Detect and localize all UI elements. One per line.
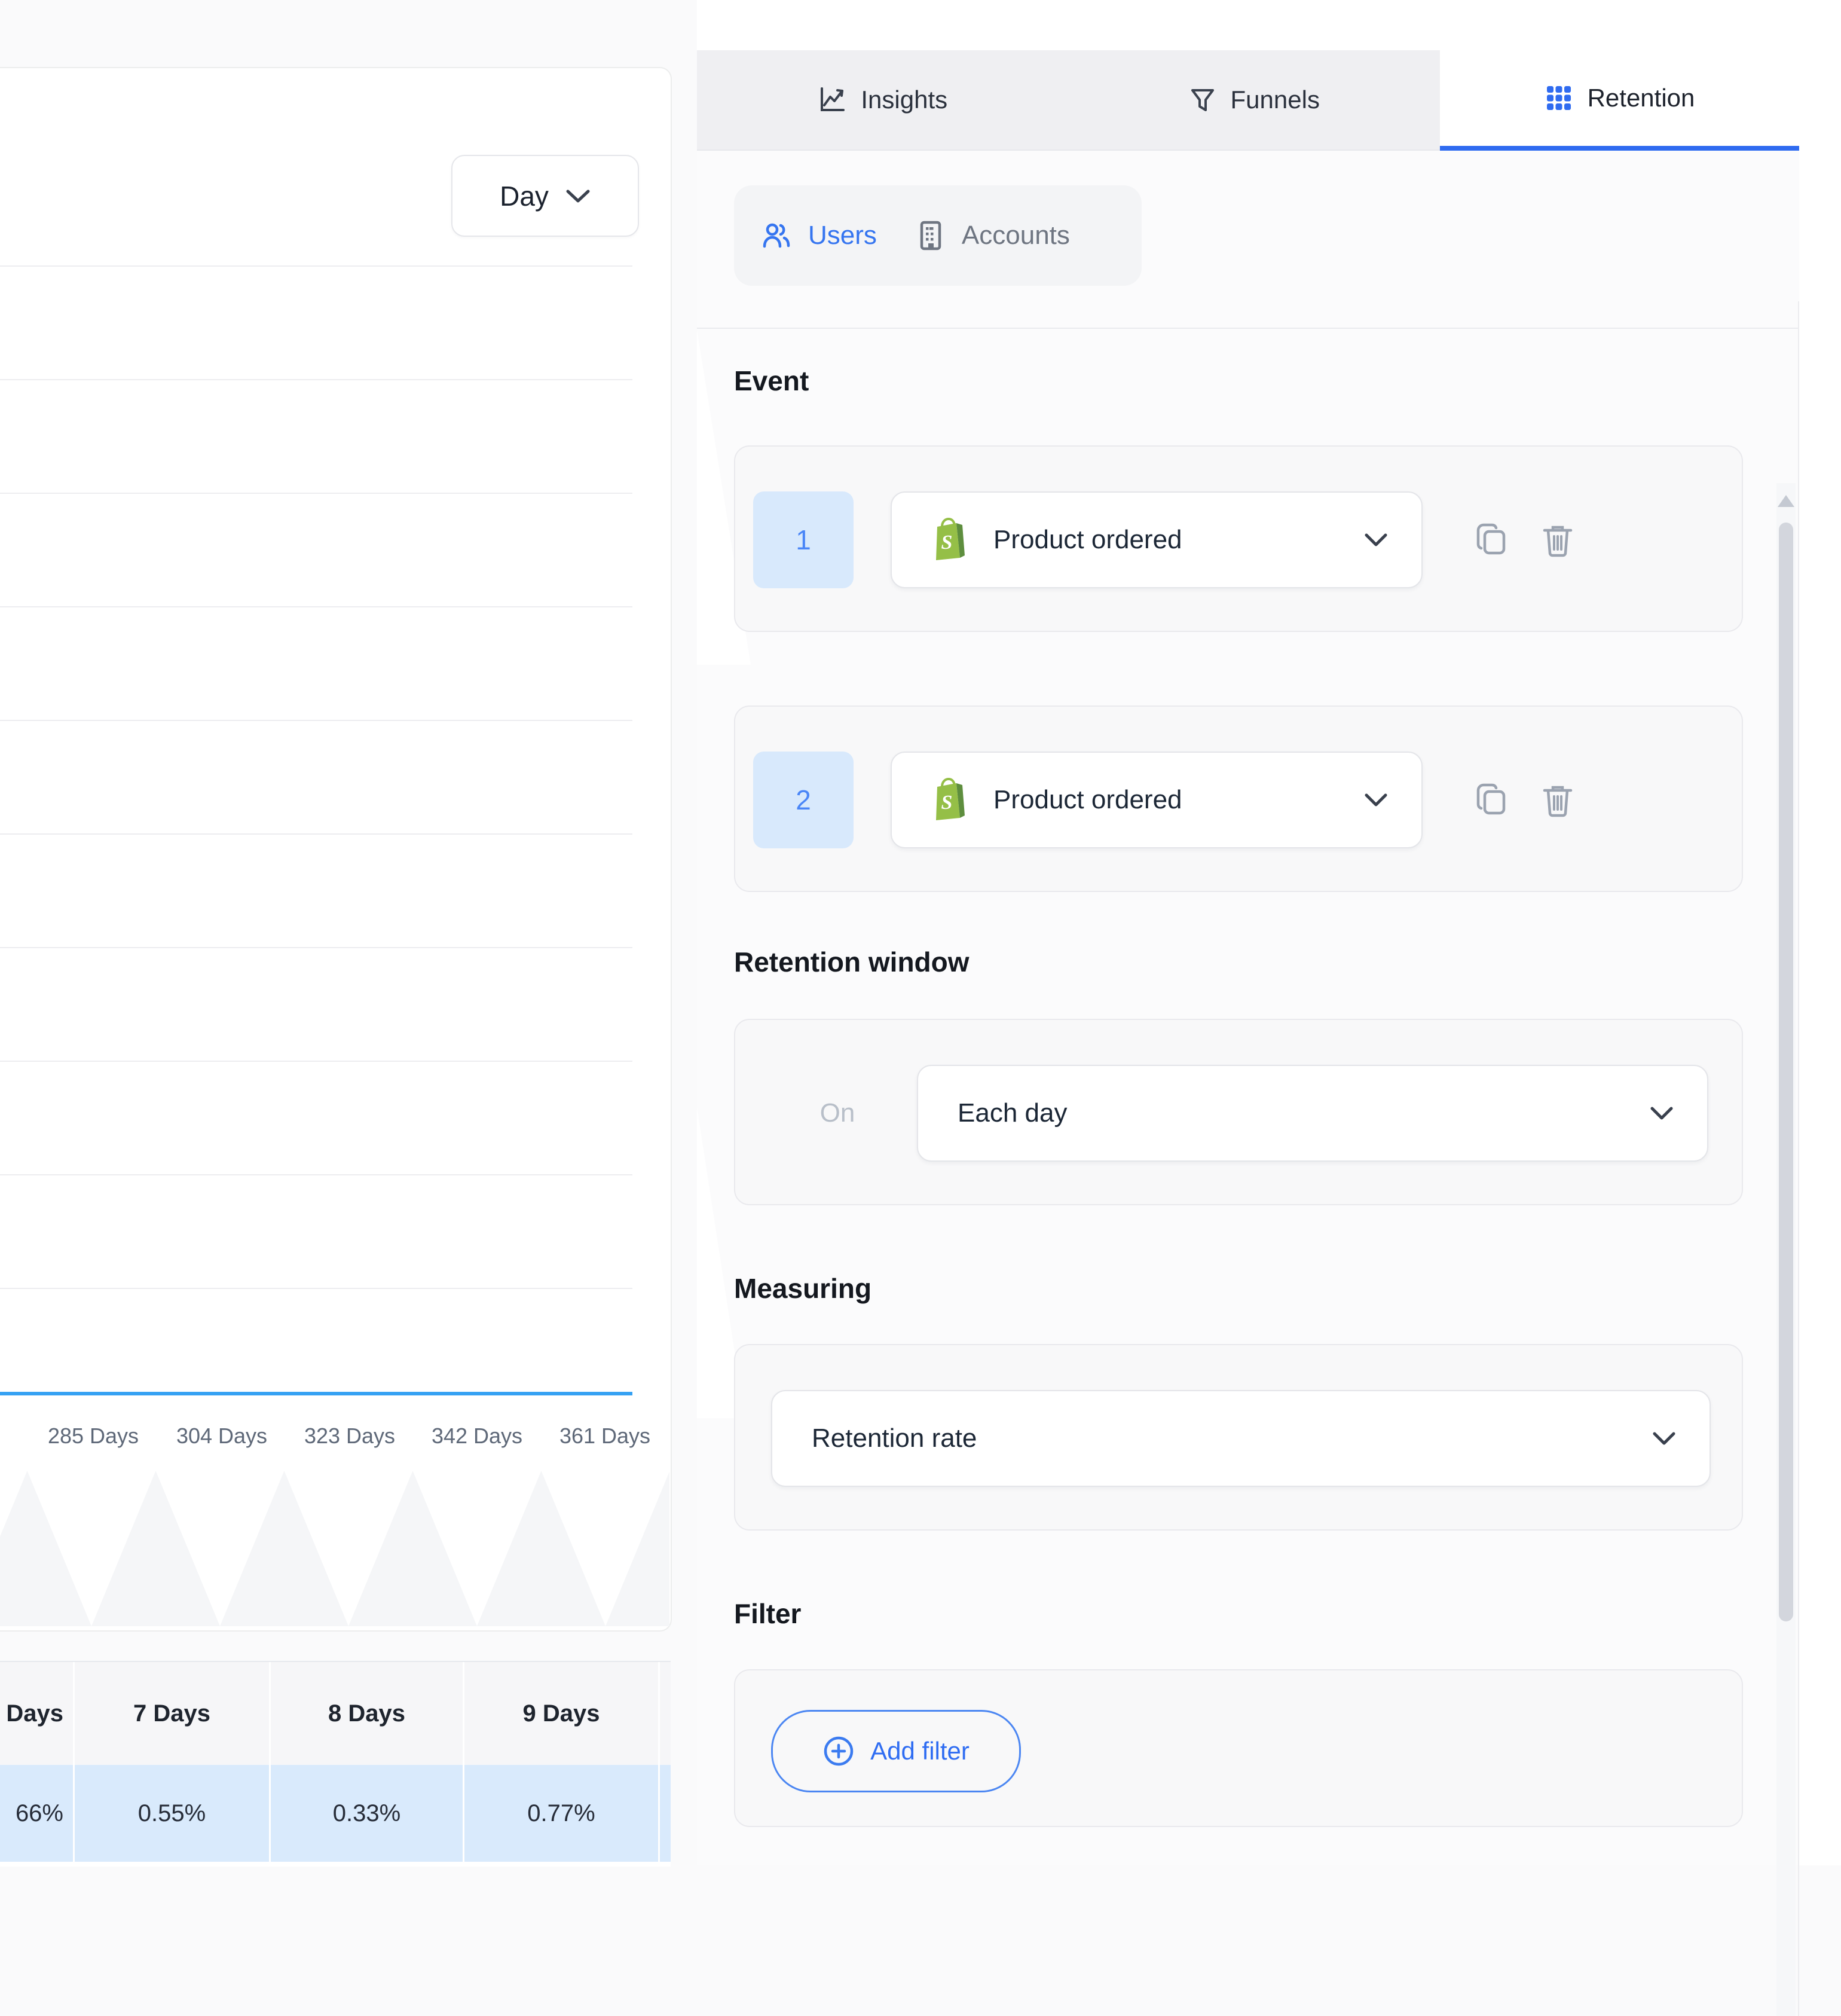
shopify-icon: S	[929, 776, 972, 824]
toggle-label: Users	[808, 221, 877, 251]
measuring-select[interactable]: Retention rate	[771, 1390, 1711, 1487]
scrollbar-up-arrow[interactable]	[1778, 495, 1794, 507]
filter-card: Add filter	[734, 1669, 1743, 1827]
gridline	[0, 720, 632, 721]
event-select[interactable]: S Product ordered	[891, 491, 1423, 588]
plus-circle-icon	[822, 1735, 855, 1767]
axis-tick-label: 304 Days	[162, 1422, 282, 1450]
chart-decoration	[0, 1471, 669, 1626]
svg-text:S: S	[941, 792, 953, 814]
svg-text:S: S	[941, 532, 953, 554]
toggle-users[interactable]: Users	[760, 219, 877, 252]
gridline	[0, 493, 632, 494]
tab-retention[interactable]: Retention	[1440, 50, 1799, 151]
event-index-badge: 2	[753, 752, 854, 848]
toggle-label: Accounts	[962, 221, 1070, 251]
divider	[697, 328, 1799, 329]
axis-tick-label: 285 Days	[33, 1422, 153, 1450]
retention-window-select[interactable]: Each day	[917, 1065, 1708, 1162]
chart-card: Day	[0, 67, 672, 1632]
add-filter-button[interactable]: Add filter	[771, 1710, 1021, 1792]
table-header-cell: 7 Days	[75, 1662, 271, 1765]
grid-icon	[1545, 84, 1573, 112]
section-title-measuring: Measuring	[734, 1272, 871, 1305]
table-header-row: Days 7 Days 8 Days 9 Days	[0, 1662, 671, 1765]
duplicate-icon[interactable]	[1473, 781, 1511, 819]
chevron-down-icon	[1652, 1431, 1676, 1446]
chevron-down-icon	[1650, 1106, 1674, 1121]
chevron-down-icon	[1364, 533, 1388, 548]
trash-icon[interactable]	[1539, 781, 1577, 819]
tab-label: Retention	[1588, 84, 1695, 112]
axis-tick-label: 361 Days	[545, 1422, 665, 1450]
add-filter-label: Add filter	[870, 1737, 970, 1765]
tab-funnels[interactable]: Funnels	[1069, 50, 1441, 149]
tab-label: Insights	[861, 85, 947, 114]
section-title-filter: Filter	[734, 1597, 801, 1630]
report-config-panel: Insights Funnels Retention	[697, 0, 1841, 1865]
retention-window-value: Each day	[958, 1098, 1067, 1128]
report-type-tabs: Insights Funnels Retention	[697, 50, 1799, 151]
gridline	[0, 833, 632, 835]
tab-label: Funnels	[1231, 85, 1320, 114]
duplicate-icon[interactable]	[1473, 521, 1511, 559]
table-cell[interactable]: 0.77%	[464, 1765, 660, 1862]
shopify-icon: S	[929, 516, 972, 564]
table-cell[interactable]: 0.55%	[75, 1765, 271, 1862]
chart-axis-line	[0, 1392, 632, 1395]
section-title-event: Event	[734, 365, 809, 397]
axis-tick-label: ys	[0, 1422, 36, 1450]
gridline	[0, 1061, 632, 1062]
event-card: 1 S Product ordered	[734, 445, 1743, 632]
gridline	[0, 379, 632, 380]
line-chart-icon	[818, 85, 846, 114]
tab-insights[interactable]: Insights	[697, 50, 1069, 149]
measuring-value: Retention rate	[812, 1424, 977, 1453]
table-cell	[660, 1765, 669, 1862]
event-card: 2 S Product ordered	[734, 705, 1743, 892]
retention-table: Days 7 Days 8 Days 9 Days 66% 0.55% 0.33…	[0, 1661, 671, 1867]
retention-window-card: On Each day	[734, 1019, 1743, 1205]
event-select[interactable]: S Product ordered	[891, 752, 1423, 848]
granularity-label: Day	[500, 180, 549, 212]
gridline	[0, 606, 632, 607]
gridline	[0, 1174, 632, 1175]
gridline	[0, 1288, 632, 1289]
table-header-cell: Days	[0, 1662, 75, 1765]
event-select-label: Product ordered	[993, 525, 1182, 555]
chevron-down-icon	[565, 188, 591, 204]
entity-toggle: Users Accounts	[734, 185, 1142, 286]
granularity-dropdown[interactable]: Day	[451, 155, 639, 237]
table-row[interactable]: 66% 0.55% 0.33% 0.77%	[0, 1765, 671, 1862]
event-select-label: Product ordered	[993, 785, 1182, 815]
table-header-cell: 8 Days	[271, 1662, 464, 1765]
section-title-retention-window: Retention window	[734, 946, 970, 978]
table-cell[interactable]: 66%	[0, 1765, 75, 1862]
axis-tick-label: 342 Days	[417, 1422, 537, 1450]
toggle-accounts[interactable]: Accounts	[915, 219, 1070, 252]
table-header-cell: 9 Days	[464, 1662, 660, 1765]
retention-window-prefix: On	[793, 1065, 882, 1162]
axis-tick-label: 323 Days	[290, 1422, 409, 1450]
users-icon	[760, 219, 793, 252]
trash-icon[interactable]	[1539, 521, 1577, 559]
table-row	[0, 1862, 671, 1867]
gridline	[0, 265, 632, 267]
panel-edge-border	[1798, 301, 1799, 2016]
building-icon	[915, 219, 946, 252]
funnel-icon	[1189, 86, 1216, 114]
table-cell[interactable]: 0.33%	[271, 1765, 464, 1862]
event-index-badge: 1	[753, 491, 854, 588]
config-content: Users Accounts Event 1	[697, 151, 1799, 1865]
table-header-cell	[660, 1662, 669, 1765]
chevron-down-icon	[1364, 793, 1388, 808]
gridline	[0, 947, 632, 948]
scrollbar-thumb[interactable]	[1779, 523, 1793, 1621]
measuring-card: Retention rate	[734, 1344, 1743, 1531]
